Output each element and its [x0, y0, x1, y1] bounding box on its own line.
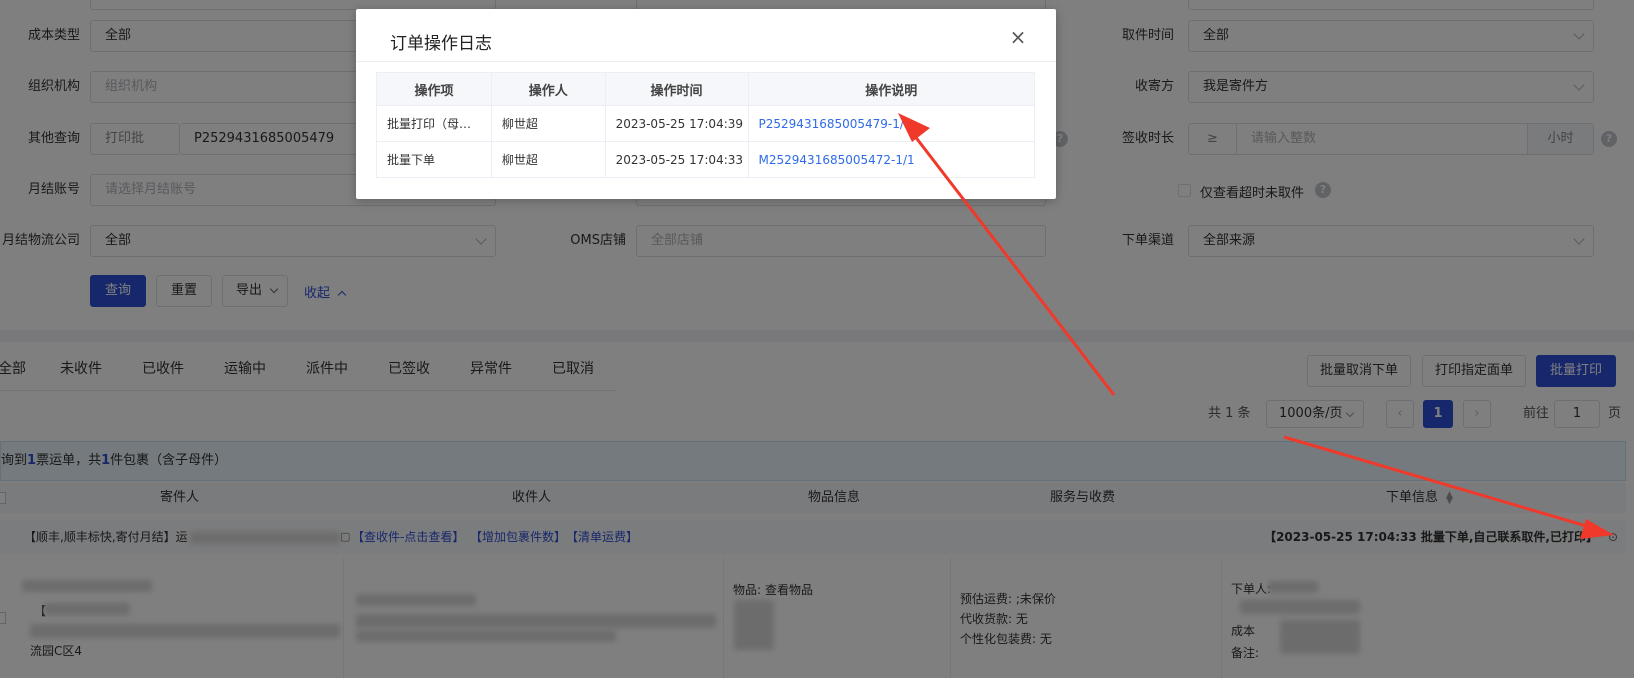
operation-item: 批量打印（母…	[376, 105, 492, 142]
table-row: 批量打印（母… 柳世超 2023-05-25 17:04:39 P2529431…	[376, 105, 1036, 142]
dialog-title: 订单操作日志	[390, 34, 492, 54]
operation-desc-link[interactable]: M2529431685005472-1/1	[747, 141, 1036, 178]
close-icon[interactable]: ×	[1008, 27, 1028, 47]
operator: 柳世超	[490, 141, 606, 178]
operation-item: 批量下单	[376, 141, 492, 178]
table-header-row: 操作项 操作人 操作时间 操作说明	[376, 72, 1036, 106]
operation-time: 2023-05-25 17:04:39	[604, 105, 749, 142]
col-operation-time: 操作时间	[604, 72, 749, 106]
operator: 柳世超	[490, 105, 606, 142]
col-operation-item: 操作项	[376, 72, 492, 106]
col-operation-desc: 操作说明	[747, 72, 1036, 106]
operation-time: 2023-05-25 17:04:33	[604, 141, 749, 178]
operation-desc-link[interactable]: P2529431685005479-1/1	[747, 105, 1036, 142]
dialog-divider	[356, 61, 1056, 62]
col-operator: 操作人	[490, 72, 606, 106]
operation-log-dialog: 订单操作日志 × 操作项 操作人 操作时间 操作说明 批量打印（母… 柳世超 2…	[356, 9, 1056, 199]
operation-log-table: 操作项 操作人 操作时间 操作说明 批量打印（母… 柳世超 2023-05-25…	[376, 72, 1036, 178]
table-row: 批量下单 柳世超 2023-05-25 17:04:33 M2529431685…	[376, 141, 1036, 178]
